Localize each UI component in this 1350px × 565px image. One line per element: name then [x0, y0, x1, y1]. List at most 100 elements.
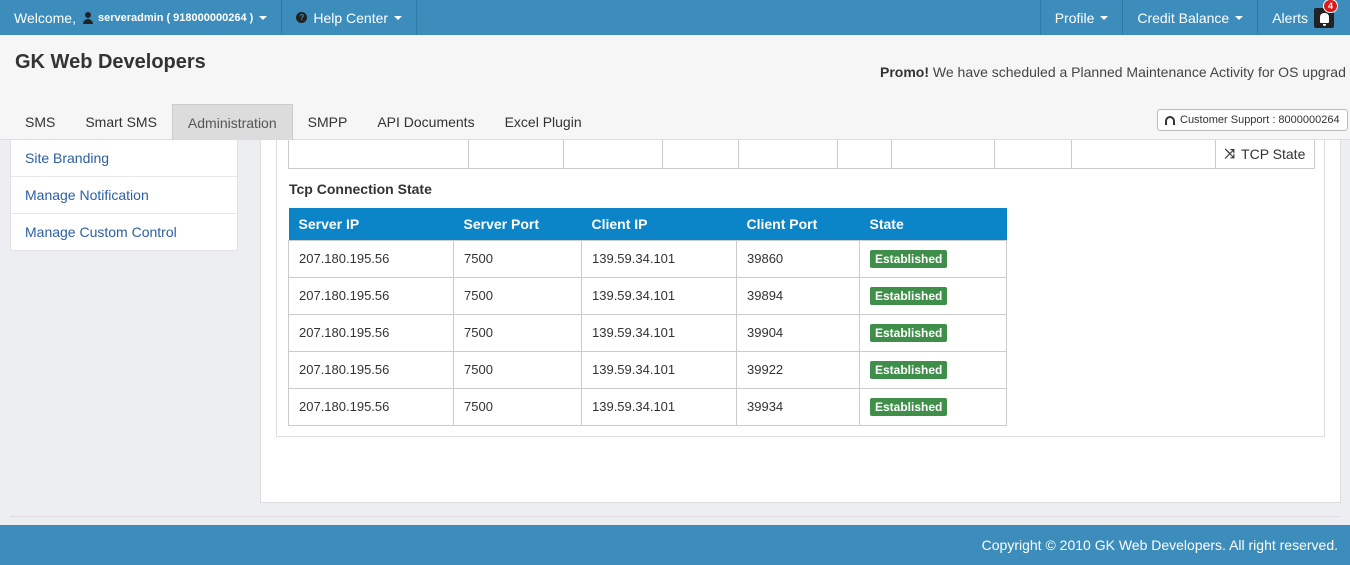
chevron-down-icon [1100, 15, 1109, 20]
client-port-cell: 39934 [736, 387, 860, 426]
server-port-cell: 7500 [453, 313, 582, 352]
username: serveradmin ( 918000000264 ) [97, 11, 254, 24]
sidebar-item-manage-custom-control[interactable]: Manage Custom Control [11, 213, 237, 250]
copyright-text: Copyright © 2010 GK Web Developers. All … [981, 537, 1338, 553]
server-info-row: ⤨ TCP State [288, 140, 1315, 169]
table-cell [995, 140, 1072, 168]
client-ip-cell: 139.59.34.101 [581, 387, 737, 426]
profile-menu[interactable]: Profile [1039, 0, 1123, 35]
status-badge: Established [870, 360, 948, 379]
server-port-cell: 7500 [453, 350, 582, 389]
brand-title: GK Web Developers [15, 51, 206, 73]
table-row: 207.180.195.56 7500 139.59.34.101 39904 … [288, 313, 1007, 352]
headphones-icon [1165, 115, 1175, 125]
tab-excel-plugin[interactable]: Excel Plugin [490, 104, 597, 140]
page-header: GK Web Developers Promo! We have schedul… [0, 35, 1350, 140]
credit-balance-label: Credit Balance [1137, 9, 1230, 26]
chevron-down-icon [1235, 15, 1244, 20]
state-cell: Established [859, 313, 1007, 352]
tab-smart-sms[interactable]: Smart SMS [70, 104, 172, 140]
state-cell: Established [859, 387, 1007, 426]
help-center-menu[interactable]: ? Help Center [282, 0, 418, 35]
server-port-cell: 7500 [453, 239, 582, 278]
profile-label: Profile [1054, 9, 1095, 26]
tab-smpp[interactable]: SMPP [293, 104, 363, 140]
footer-divider [10, 516, 1340, 517]
table-cell [564, 140, 663, 168]
table-cell [838, 140, 892, 168]
promo-text: We have scheduled a Planned Maintenance … [932, 64, 1346, 80]
client-port-cell: 39904 [736, 313, 860, 352]
server-ip-cell: 207.180.195.56 [288, 350, 454, 389]
content-panel: ⤨ TCP State Tcp Connection State Server … [276, 140, 1325, 437]
customer-support-label: Customer Support : 8000000264 [1180, 114, 1340, 126]
server-port-cell: 7500 [453, 387, 582, 426]
alerts-label: Alerts [1272, 9, 1308, 26]
sidebar: Site Branding Manage Notification Manage… [10, 140, 238, 251]
main-content: ⤨ TCP State Tcp Connection State Server … [260, 140, 1341, 503]
promo-marquee: Promo! We have scheduled a Planned Maint… [880, 64, 1350, 80]
table-cell [739, 140, 838, 168]
help-center-label: Help Center [313, 9, 389, 26]
column-header-client-port: Client Port [736, 208, 860, 240]
client-port-cell: 39894 [736, 276, 860, 315]
table-cell [892, 140, 995, 168]
section-title: Tcp Connection State [289, 181, 432, 197]
status-badge: Established [870, 286, 948, 305]
table-cell [469, 140, 564, 168]
bell-icon: 4 [1314, 0, 1338, 28]
client-ip-cell: 139.59.34.101 [581, 350, 737, 389]
state-cell: Established [859, 350, 1007, 389]
table-row: 207.180.195.56 7500 139.59.34.101 39860 … [288, 239, 1007, 278]
top-navbar: Welcome, serveradmin ( 918000000264 ) ? … [0, 0, 1350, 35]
welcome-user-menu[interactable]: Welcome, serveradmin ( 918000000264 ) [0, 0, 283, 35]
client-ip-cell: 139.59.34.101 [581, 239, 737, 278]
client-port-cell: 39922 [736, 350, 860, 389]
server-port-cell: 7500 [453, 276, 582, 315]
chevron-down-icon [259, 15, 268, 20]
table-header-row: Server IP Server Port Client IP Client P… [288, 208, 1007, 240]
table-row: 207.180.195.56 7500 139.59.34.101 39894 … [288, 276, 1007, 315]
state-cell: Established [859, 239, 1007, 278]
tab-api-documents[interactable]: API Documents [362, 104, 489, 140]
server-ip-cell: 207.180.195.56 [288, 313, 454, 352]
state-cell: Established [859, 276, 1007, 315]
tcp-connection-table: Server IP Server Port Client IP Client P… [288, 208, 1007, 426]
tcp-state-label: TCP State [1241, 146, 1306, 162]
client-port-cell: 39860 [736, 239, 860, 278]
promo-label: Promo! [880, 64, 929, 80]
main-nav: SMS Smart SMS Administration SMPP API Do… [10, 104, 597, 140]
sidebar-item-manage-notification[interactable]: Manage Notification [11, 176, 237, 213]
server-ip-cell: 207.180.195.56 [288, 387, 454, 426]
table-cell [1072, 140, 1216, 168]
column-header-state: State [859, 208, 1007, 240]
welcome-label: Welcome, [14, 9, 76, 26]
column-header-server-ip: Server IP [288, 208, 454, 240]
customer-support-button[interactable]: Customer Support : 8000000264 [1157, 109, 1348, 131]
table-cell [289, 140, 469, 168]
table-row: 207.180.195.56 7500 139.59.34.101 39934 … [288, 387, 1007, 426]
server-ip-cell: 207.180.195.56 [288, 239, 454, 278]
chevron-down-icon [394, 15, 403, 20]
status-badge: Established [870, 397, 948, 416]
credit-balance-menu[interactable]: Credit Balance [1122, 0, 1257, 35]
status-badge: Established [870, 323, 948, 342]
client-ip-cell: 139.59.34.101 [581, 276, 737, 315]
column-header-server-port: Server Port [453, 208, 582, 240]
tab-sms[interactable]: SMS [10, 104, 70, 140]
tcp-state-button[interactable]: ⤨ TCP State [1216, 140, 1314, 168]
table-row: 207.180.195.56 7500 139.59.34.101 39922 … [288, 350, 1007, 389]
user-icon [82, 11, 94, 24]
column-header-client-ip: Client IP [581, 208, 737, 240]
sidebar-item-site-branding[interactable]: Site Branding [11, 140, 237, 176]
shuffle-icon: ⤨ [1224, 146, 1236, 161]
question-icon: ? [296, 12, 308, 23]
tab-administration[interactable]: Administration [171, 104, 293, 140]
status-badge: Established [870, 249, 948, 268]
table-cell [663, 140, 739, 168]
alerts-count-badge: 4 [1322, 0, 1338, 13]
client-ip-cell: 139.59.34.101 [581, 313, 737, 352]
footer: Copyright © 2010 GK Web Developers. All … [0, 525, 1350, 565]
alerts-menu[interactable]: Alerts 4 [1257, 0, 1350, 35]
server-ip-cell: 207.180.195.56 [288, 276, 454, 315]
